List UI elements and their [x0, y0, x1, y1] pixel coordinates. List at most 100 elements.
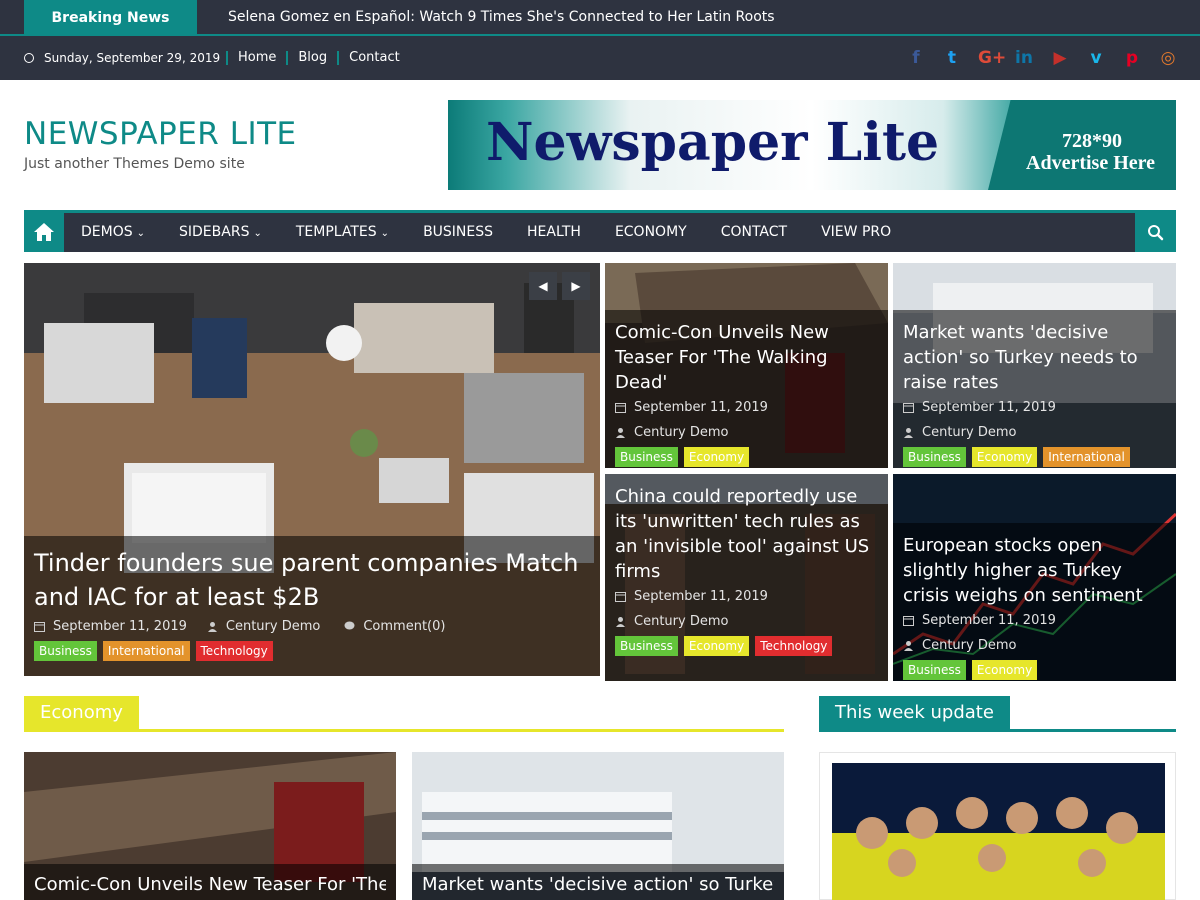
nav-item-label: HEALTH	[527, 224, 581, 240]
linkedin-icon[interactable]: in	[1014, 48, 1034, 68]
featured-main-title[interactable]: Tinder founders sue parent companies Mat…	[34, 546, 590, 614]
post-title[interactable]: Market wants 'decisive action' so Turkey…	[422, 874, 774, 895]
search-button[interactable]	[1135, 213, 1176, 252]
chevron-down-icon: ⌄	[253, 228, 262, 239]
featured-post[interactable]: European stocks open slightly higher as …	[893, 474, 1176, 681]
post-meta: September 11, 2019	[615, 395, 878, 420]
post-author[interactable]: Century Demo	[226, 614, 320, 639]
post-meta: September 11, 2019	[615, 584, 878, 609]
comment-icon	[344, 621, 355, 630]
twitter-icon[interactable]: t	[942, 48, 962, 68]
tag-business[interactable]: Business	[34, 641, 97, 661]
banner-cta: Advertise Here	[1026, 152, 1156, 174]
top-link-blog[interactable]: Blog	[286, 51, 337, 65]
tag-economy[interactable]: Economy	[971, 447, 1038, 467]
post-meta: Century Demo	[903, 633, 1166, 658]
calendar-icon	[903, 616, 914, 626]
clock-icon	[24, 53, 34, 63]
tag-business[interactable]: Business	[903, 447, 966, 467]
tag-economy[interactable]: Economy	[971, 660, 1038, 680]
tag-technology[interactable]: Technology	[755, 636, 833, 656]
featured-main-overlay: Tinder founders sue parent companies Mat…	[24, 536, 600, 676]
banner-size: 728*90	[1062, 130, 1122, 152]
vimeo-icon[interactable]: v	[1086, 48, 1106, 68]
arrow-left-icon: ◀	[538, 279, 548, 293]
calendar-icon	[34, 622, 45, 632]
post-tags: Business Economy Technology	[615, 636, 878, 656]
pinterest-icon[interactable]: p	[1122, 48, 1142, 68]
nav-item-label: SIDEBARS	[179, 224, 250, 240]
calendar-icon	[615, 403, 626, 413]
post-overlay: Market wants 'decisive action' so Turkey…	[893, 310, 1176, 468]
featured-post[interactable]: China could reportedly use its 'unwritte…	[605, 474, 888, 681]
instagram-icon[interactable]: ◎	[1158, 48, 1178, 68]
slider-next-button[interactable]: ▶	[562, 272, 590, 300]
tag-economy[interactable]: Economy	[683, 636, 750, 656]
post-tags: Business Economy International	[903, 447, 1166, 467]
post-title[interactable]: European stocks open slightly higher as …	[903, 533, 1166, 608]
tag-technology[interactable]: Technology	[195, 641, 273, 661]
nav-item-contact[interactable]: CONTACT	[704, 213, 804, 252]
nav-item-demos[interactable]: DEMOS ⌄	[64, 213, 162, 252]
tag-international[interactable]: International	[102, 641, 190, 661]
economy-section-header: Economy	[24, 696, 784, 732]
nav-item-sidebars[interactable]: SIDEBARS ⌄	[162, 213, 279, 252]
advertisement-banner[interactable]: Newspaper Lite 728*90 Advertise Here	[448, 100, 1176, 190]
post-title[interactable]: Comic-Con Unveils New Teaser For 'The Wa…	[615, 320, 878, 395]
post-overlay: Comic-Con Unveils New Teaser For 'The Wa…	[605, 310, 888, 468]
breaking-news-headline[interactable]: Selena Gomez en Español: Watch 9 Times S…	[228, 0, 775, 36]
user-icon	[616, 617, 625, 627]
post-author[interactable]: Century Demo	[634, 609, 728, 634]
section-title[interactable]: Economy	[24, 696, 139, 730]
tag-business[interactable]: Business	[615, 447, 678, 467]
google-plus-icon[interactable]: G+	[978, 48, 1006, 68]
facebook-icon[interactable]: f	[906, 48, 926, 68]
post-author[interactable]: Century Demo	[922, 633, 1016, 658]
economy-post[interactable]: Market wants 'decisive action' so Turkey…	[412, 752, 784, 900]
post-meta: September 11, 2019	[903, 395, 1166, 420]
nav-item-label: TEMPLATES	[295, 224, 377, 240]
nav-item-templates[interactable]: TEMPLATES ⌄	[279, 213, 406, 252]
search-icon	[1148, 225, 1164, 241]
site-title[interactable]: NEWSPAPER LITE	[24, 116, 297, 152]
post-author[interactable]: Century Demo	[634, 420, 728, 445]
post-date: September 11, 2019	[922, 400, 1056, 415]
calendar-icon	[903, 403, 914, 413]
tag-economy[interactable]: Economy	[683, 447, 750, 467]
post-comments[interactable]: Comment(0)	[363, 614, 445, 639]
banner-title: Newspaper Lite	[486, 112, 940, 173]
post-title[interactable]: Market wants 'decisive action' so Turkey…	[903, 320, 1166, 395]
post-date: September 11, 2019	[922, 613, 1056, 628]
tag-business[interactable]: Business	[903, 660, 966, 680]
nav-item-label: BUSINESS	[423, 224, 494, 240]
calendar-icon	[615, 592, 626, 602]
post-title[interactable]: China could reportedly use its 'unwritte…	[615, 484, 878, 584]
top-link-home[interactable]: Home	[226, 51, 286, 65]
current-date: Sunday, September 29, 2019	[24, 36, 220, 80]
featured-post[interactable]: Market wants 'decisive action' so Turkey…	[893, 263, 1176, 468]
top-info-bar: Sunday, September 29, 2019 Home Blog Con…	[0, 36, 1200, 80]
post-author[interactable]: Century Demo	[922, 420, 1016, 445]
nav-item-label: VIEW PRO	[821, 224, 892, 240]
nav-item-health[interactable]: HEALTH	[510, 213, 598, 252]
widget-divider	[819, 729, 1176, 732]
breaking-news-label: Breaking News	[24, 0, 197, 36]
widget-image[interactable]	[832, 763, 1165, 900]
top-link-contact[interactable]: Contact	[337, 51, 410, 65]
site-tagline: Just another Themes Demo site	[24, 156, 245, 172]
post-title[interactable]: Comic-Con Unveils New Teaser For 'The Wa…	[34, 874, 386, 895]
nav-item-business[interactable]: BUSINESS	[406, 213, 510, 252]
main-navigation: DEMOS ⌄ SIDEBARS ⌄ TEMPLATES ⌄ BUSINESS HEALTH E…	[24, 210, 1176, 252]
tag-business[interactable]: Business	[615, 636, 678, 656]
slider-prev-button[interactable]: ◀	[529, 272, 557, 300]
featured-post[interactable]: Comic-Con Unveils New Teaser For 'The Wa…	[605, 263, 888, 468]
tag-international[interactable]: International	[1043, 447, 1130, 467]
user-icon	[904, 641, 913, 651]
economy-post[interactable]: Comic-Con Unveils New Teaser For 'The Wa…	[24, 752, 396, 900]
nav-item-economy[interactable]: ECONOMY	[598, 213, 704, 252]
featured-main-post[interactable]: Tinder founders sue parent companies Mat…	[24, 263, 600, 676]
home-button[interactable]	[24, 213, 64, 252]
youtube-icon[interactable]: ▶	[1050, 48, 1070, 68]
post-meta: Century Demo	[903, 420, 1166, 445]
nav-item-view-pro[interactable]: VIEW PRO	[804, 213, 908, 252]
